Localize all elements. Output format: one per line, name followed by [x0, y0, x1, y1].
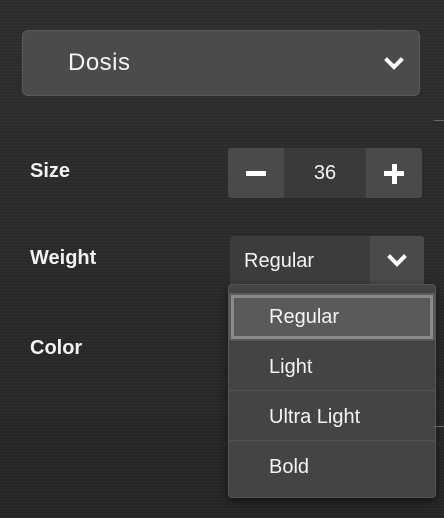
- font-family-value: Dosis: [68, 49, 131, 76]
- font-family-select[interactable]: Dosis: [22, 30, 420, 96]
- weight-select[interactable]: Regular: [230, 236, 424, 286]
- weight-option-bold[interactable]: Bold: [229, 443, 435, 491]
- weight-option-light[interactable]: Light: [229, 343, 435, 391]
- color-label: Color: [30, 337, 83, 359]
- weight-dropdown-menu: Regular Light Ultra Light Bold: [228, 284, 436, 498]
- decrease-size-button[interactable]: [228, 148, 284, 198]
- divider: [434, 120, 444, 121]
- chevron-down-icon: [384, 57, 404, 70]
- divider: [434, 426, 444, 427]
- weight-option-regular[interactable]: Regular: [229, 293, 435, 341]
- chevron-down-icon: [387, 254, 407, 267]
- weight-dropdown-toggle[interactable]: [370, 236, 424, 286]
- size-stepper: 36: [228, 148, 422, 198]
- size-label: Size: [30, 160, 71, 182]
- font-settings-panel: Dosis Size 36 Weight Regular Color Regul…: [0, 0, 444, 518]
- weight-value: Regular: [244, 250, 315, 272]
- weight-option-ultra-light[interactable]: Ultra Light: [229, 393, 435, 441]
- weight-label: Weight: [30, 247, 97, 269]
- increase-size-button[interactable]: [366, 148, 422, 198]
- size-value[interactable]: 36: [284, 148, 366, 198]
